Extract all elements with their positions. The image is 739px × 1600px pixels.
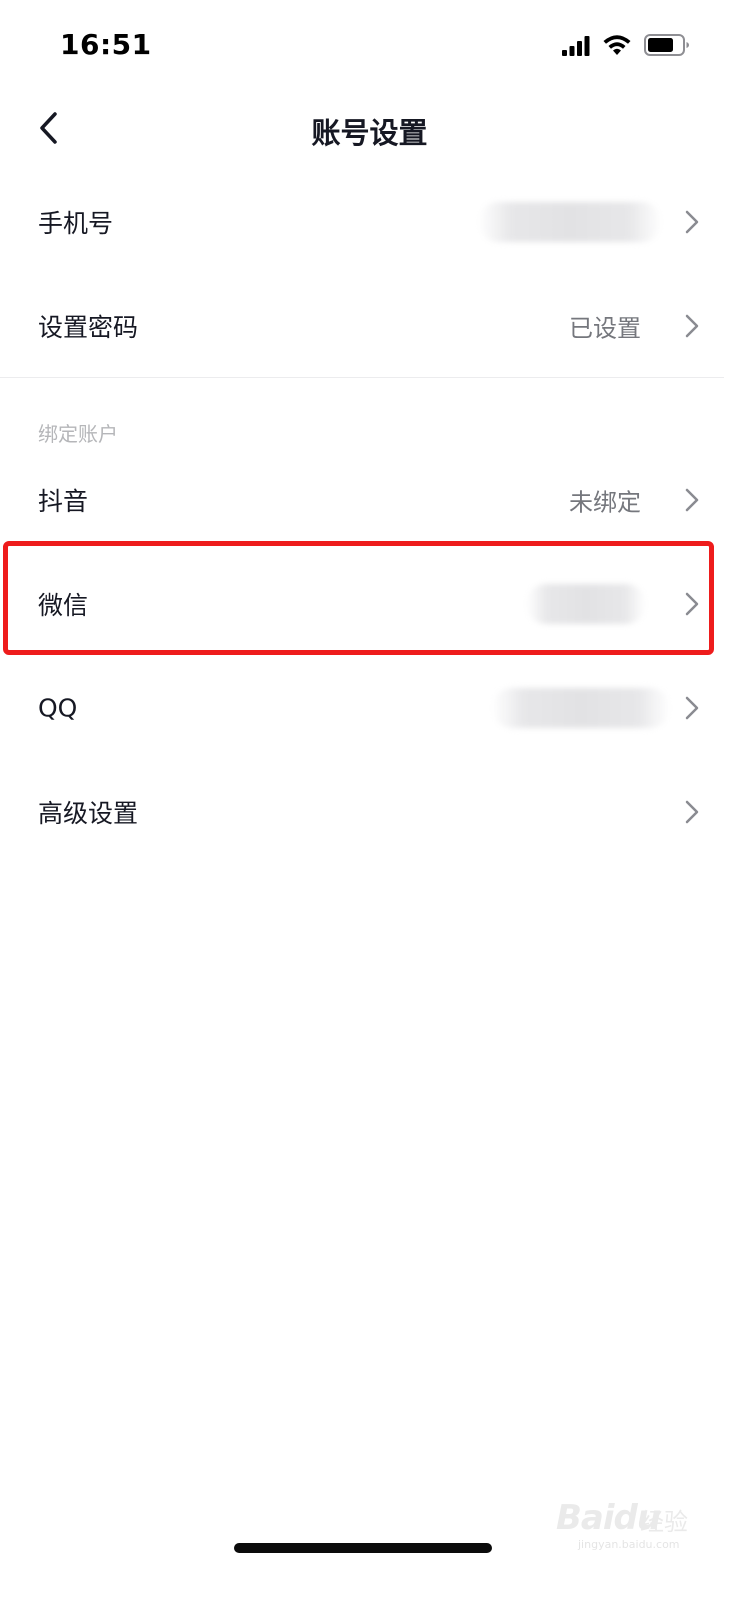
chevron-right-icon bbox=[685, 592, 699, 616]
home-indicator bbox=[234, 1543, 492, 1553]
chevron-right-icon bbox=[685, 314, 699, 338]
battery-icon bbox=[644, 34, 689, 56]
chevron-right-icon bbox=[685, 800, 699, 824]
phone-value-blurred bbox=[478, 202, 662, 242]
advanced-settings-row[interactable]: 高级设置 bbox=[0, 760, 739, 864]
section-divider bbox=[0, 377, 724, 378]
baidu-watermark: Baidu 经验 jingyan.baidu.com bbox=[556, 1490, 696, 1551]
phone-label: 手机号 bbox=[38, 209, 114, 238]
douyin-label: 抖音 bbox=[38, 487, 89, 516]
nav-bar: 账号设置 bbox=[0, 90, 739, 170]
chevron-right-icon bbox=[685, 696, 699, 720]
password-label: 设置密码 bbox=[38, 313, 139, 342]
page-title: 账号设置 bbox=[311, 116, 428, 150]
password-row[interactable]: 设置密码 已设置 bbox=[0, 274, 739, 378]
watermark-url: jingyan.baidu.com bbox=[578, 1538, 680, 1551]
qq-row[interactable]: QQ bbox=[0, 656, 739, 760]
wechat-value-blurred bbox=[526, 584, 646, 624]
phone-row[interactable]: 手机号 bbox=[0, 170, 739, 274]
wechat-row[interactable]: 微信 bbox=[0, 552, 739, 656]
watermark-cn: 经验 bbox=[640, 1508, 688, 1536]
advanced-settings-label: 高级设置 bbox=[38, 799, 139, 828]
douyin-status: 未绑定 bbox=[569, 488, 641, 517]
section-header-bound-accounts: 绑定账户 bbox=[38, 422, 118, 446]
wechat-label: 微信 bbox=[38, 591, 89, 620]
status-bar: 16:51 bbox=[0, 0, 739, 90]
status-time: 16:51 bbox=[60, 28, 152, 61]
wifi-icon bbox=[603, 35, 631, 55]
password-status: 已设置 bbox=[569, 314, 641, 343]
qq-value-blurred bbox=[492, 688, 670, 728]
chevron-right-icon bbox=[685, 488, 699, 512]
qq-label: QQ bbox=[38, 693, 78, 723]
douyin-row[interactable]: 抖音 未绑定 bbox=[0, 448, 739, 552]
signal-icon bbox=[562, 36, 590, 56]
chevron-right-icon bbox=[685, 210, 699, 234]
